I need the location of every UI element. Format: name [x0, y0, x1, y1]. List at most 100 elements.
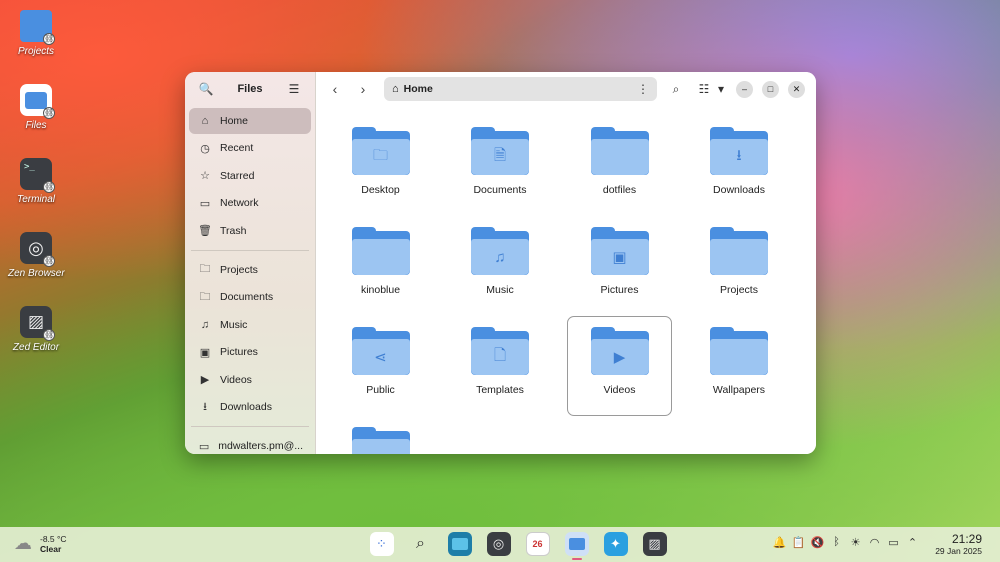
desktop-icon-zed-editor[interactable]: ▨ ⛓ Zed Editor — [8, 306, 64, 353]
music-icon: ♫ — [200, 318, 210, 331]
folder-icon: ⭳ — [710, 127, 768, 175]
folder-item-pictures[interactable]: ▣ Pictures — [567, 216, 672, 316]
calendar-icon[interactable]: 26 — [525, 532, 550, 556]
folder-item-desktop[interactable]: 🗀 Desktop — [328, 116, 433, 216]
files-app-icon[interactable] — [564, 532, 589, 560]
desktop-icon-zen-browser[interactable]: ◎ ⛓ Zen Browser — [8, 232, 65, 279]
folder-icon: ▣ — [590, 227, 649, 275]
path-menu-button[interactable]: ⋮ — [637, 82, 649, 96]
sidebar-divider — [191, 426, 309, 427]
desktop-icon-label: Files — [25, 120, 47, 131]
wifi-icon[interactable]: ◠ — [865, 536, 884, 549]
desktop-icon-files[interactable]: ⛓ Files — [8, 84, 64, 131]
close-button[interactable]: ✕ — [788, 80, 805, 98]
sticky-app-icon[interactable]: ✦ — [603, 532, 628, 556]
folder-icon: 🗀 — [199, 290, 211, 303]
terminal-icon: >_ ⛓ — [20, 158, 55, 193]
sidebar-item-trash[interactable]: 🗑 Trash — [189, 218, 311, 244]
sidebar-item-recent[interactable]: ◷ Recent — [189, 135, 311, 161]
desktop-icon-label: Zed Editor — [12, 342, 60, 353]
dock: ⁘ ⌕ ◎ 26 ✦ ▨ — [362, 532, 674, 560]
sidebar-item-music[interactable]: ♫ Music — [189, 312, 311, 338]
sidebar-title: Files — [237, 83, 263, 95]
sidebar-item-label: Projects — [220, 263, 258, 276]
sidebar-item-network[interactable]: ▭ Network — [189, 190, 311, 216]
clipboard-icon[interactable]: 📋 — [789, 536, 808, 549]
folder-item-partial[interactable] — [328, 416, 433, 454]
desktop-icon-terminal[interactable]: >_ ⛓ Terminal — [8, 158, 64, 205]
forward-button[interactable]: › — [352, 78, 374, 100]
sidebar-item-downloads[interactable]: ⭳ Downloads — [189, 394, 311, 420]
folder-item-music[interactable]: ♫ Music — [448, 216, 553, 316]
sidebar-item-label: Network — [220, 197, 259, 209]
folder-name: Templates — [476, 384, 524, 396]
sidebar-item-label: Music — [220, 318, 248, 331]
home-icon: ⌂ — [392, 83, 399, 95]
bluetooth-icon[interactable]: ᛒ — [827, 536, 846, 549]
sidebar-item-account[interactable]: ▭ mdwalters.pm@... — [189, 433, 311, 454]
weather-widget[interactable]: ☁ -8.5 °C Clear — [14, 533, 67, 554]
folder-icon — [710, 227, 768, 275]
video-icon: ▶ — [200, 374, 210, 386]
folder-name: Videos — [603, 384, 636, 396]
desktop-icon-label: Terminal — [17, 194, 55, 205]
sidebar-divider — [191, 249, 309, 251]
sidebar-item-documents[interactable]: 🗀 Documents — [189, 284, 311, 310]
brightness-icon[interactable]: ☀ — [846, 536, 865, 549]
search-folder-button[interactable]: ⌕ — [665, 78, 687, 100]
folder-icon: ⋖ — [351, 327, 410, 375]
weather-condition: Clear — [40, 543, 62, 554]
chevron-up-icon[interactable]: ⌃ — [903, 536, 922, 549]
muted-speaker-icon[interactable]: 🔇 — [808, 536, 827, 549]
folder-item-wallpapers[interactable]: Wallpapers — [687, 316, 792, 416]
folder-icon — [590, 127, 649, 175]
zen-browser-icon[interactable]: ◎ — [486, 532, 511, 556]
sidebar-item-label: Downloads — [220, 401, 272, 413]
folder-item-templates[interactable]: 🗋 Templates — [448, 316, 553, 416]
sidebar-item-label: mdwalters.pm@... — [218, 440, 303, 452]
link-icon: ⛓ — [43, 181, 55, 193]
files-app-icon: ⛓ — [20, 84, 55, 119]
sidebar-item-home[interactable]: ⌂ Home — [189, 107, 311, 134]
search-icon[interactable]: ⌕ — [409, 532, 433, 556]
search-icon[interactable]: 🔍 — [195, 78, 217, 100]
sidebar-item-label: Videos — [220, 373, 252, 386]
sidebar-item-starred[interactable]: ☆ Starred — [189, 163, 311, 189]
battery-icon[interactable]: ▭ — [884, 536, 903, 549]
sidebar-header: 🔍 Files ☰ — [185, 72, 315, 106]
folder-item-projects[interactable]: Projects — [687, 216, 792, 316]
window-switcher-icon[interactable] — [447, 532, 472, 556]
folder-item-dotfiles[interactable]: dotfiles — [567, 116, 672, 216]
hamburger-menu-icon[interactable]: ☰ — [283, 78, 305, 100]
folder-item-videos[interactable]: ▶ Videos — [567, 316, 672, 416]
zed-editor-icon[interactable]: ▨ — [642, 532, 667, 556]
folder-item-documents[interactable]: 🗎 Documents — [448, 116, 553, 216]
sidebar-item-projects[interactable]: 🗀 Projects — [189, 257, 311, 283]
minimize-button[interactable]: – — [736, 80, 753, 98]
app-launcher-icon[interactable]: ⁘ — [369, 532, 394, 556]
star-icon: ☆ — [200, 170, 210, 182]
folder-icon: 🗀 — [351, 127, 410, 175]
clock-date: 29 Jan 2025 — [935, 546, 982, 556]
view-list-button[interactable]: ☷ — [693, 78, 715, 100]
folder-item-kinoblue[interactable]: kinoblue — [328, 216, 433, 316]
folder-item-public[interactable]: ⋖ Public — [328, 316, 433, 416]
back-button[interactable]: ‹ — [324, 78, 346, 100]
taskbar: ☁ -8.5 °C Clear ⁘ ⌕ ◎ 26 ✦ ▨ 🔔 📋 🔇 ᛒ ☀ ◠… — [0, 527, 1000, 562]
view-options-dropdown[interactable]: ▾ — [715, 78, 727, 100]
folder-icon: 🗎 — [471, 127, 529, 175]
path-bar[interactable]: ⌂ Home ⋮ — [384, 77, 657, 101]
notification-bell-icon[interactable]: 🔔 — [770, 536, 789, 549]
folder-name: Projects — [720, 284, 758, 296]
sidebar-item-pictures[interactable]: ▣ Pictures — [189, 339, 311, 365]
maximize-button[interactable]: □ — [762, 80, 779, 98]
online-account-icon: ▭ — [198, 440, 210, 453]
folder-name: Pictures — [600, 284, 639, 296]
folder-icon: ♫ — [471, 227, 529, 275]
sidebar-item-videos[interactable]: ▶ Videos — [189, 367, 311, 393]
desktop-icon-projects[interactable]: ⛓ Projects — [8, 10, 64, 57]
folder-item-downloads[interactable]: ⭳ Downloads — [687, 116, 792, 216]
desktop-icon-label: Projects — [17, 46, 55, 57]
clock[interactable]: 21:29 29 Jan 2025 — [935, 532, 982, 556]
sidebar: 🔍 Files ☰ ⌂ Home ◷ Recent ☆ Starred ▭ Ne… — [185, 72, 316, 454]
